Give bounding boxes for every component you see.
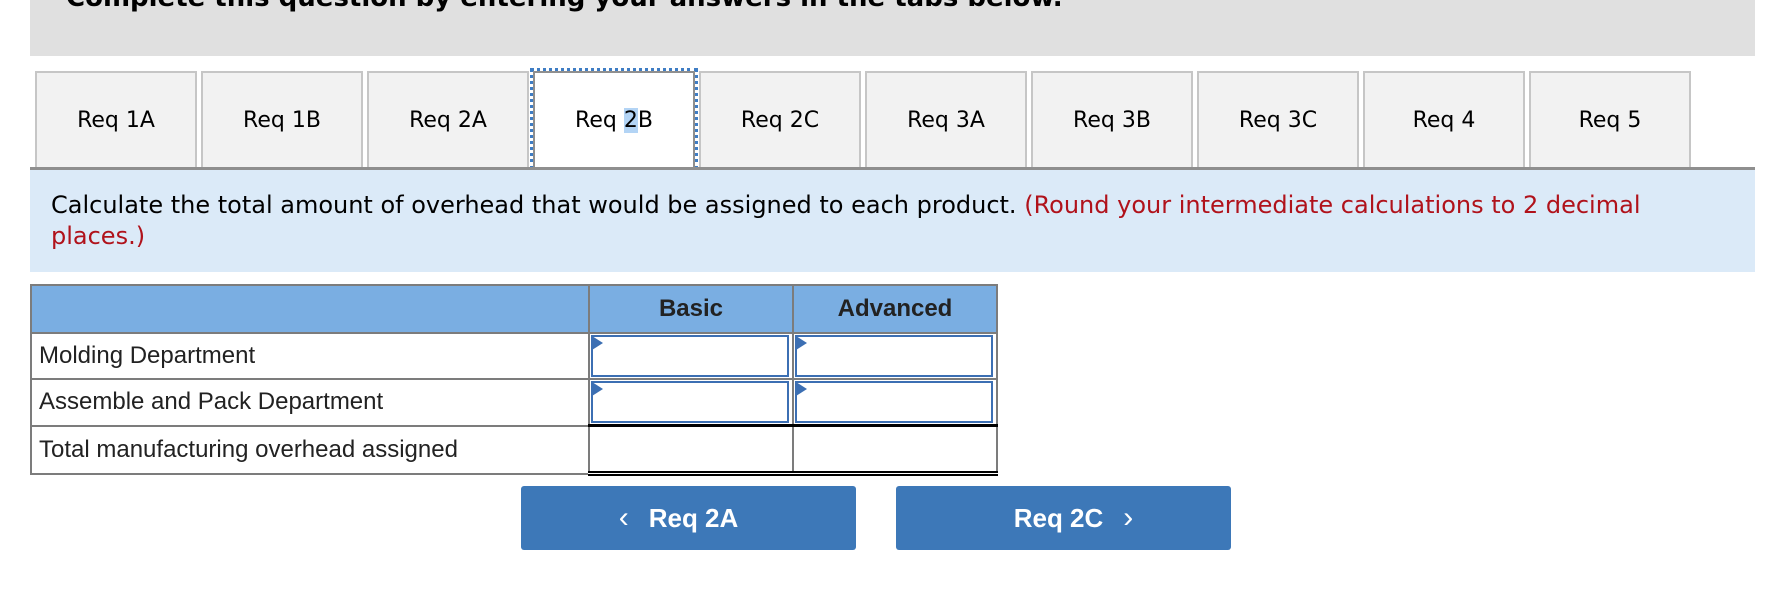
- tab-req-3a[interactable]: Req 3A: [865, 71, 1027, 167]
- tab-label-prefix: Req: [575, 107, 624, 133]
- tab-label: Req 2C: [740, 107, 820, 133]
- table-row: Assemble and Pack Department: [30, 378, 998, 427]
- instruction-heading: Complete this question by entering your …: [66, 0, 1063, 13]
- requirement-tabs: Req 1A Req 1B Req 2A Req 2B Req 2C Req 3…: [35, 68, 1695, 170]
- tab-label-suffix: B: [637, 107, 653, 133]
- selected-text: 2: [623, 107, 638, 133]
- tab-req-5[interactable]: Req 5: [1529, 71, 1691, 167]
- cell: [792, 332, 998, 380]
- header-basic: Basic: [588, 284, 794, 334]
- question-prompt: Calculate the total amount of overhead t…: [51, 191, 1017, 219]
- tab-req-4[interactable]: Req 4: [1363, 71, 1525, 167]
- tab-label: Req 3A: [907, 107, 985, 133]
- assemble-basic-input[interactable]: [591, 381, 789, 423]
- cell: [588, 332, 794, 380]
- instruction-bar: Complete this question by entering your …: [30, 0, 1755, 56]
- molding-basic-input[interactable]: [591, 335, 789, 377]
- row-label: Assemble and Pack Department: [30, 378, 590, 427]
- total-advanced-cell: [792, 424, 998, 476]
- tab-req-1a[interactable]: Req 1A: [35, 71, 197, 167]
- row-label: Total manufacturing overhead assigned: [30, 424, 590, 475]
- tab-req-3c[interactable]: Req 3C: [1197, 71, 1359, 167]
- prev-req-button[interactable]: ‹ Req 2A: [521, 486, 856, 550]
- question-text: Calculate the total amount of overhead t…: [51, 190, 1731, 252]
- tab-req-2b[interactable]: Req 2B: [530, 68, 698, 170]
- header-advanced: Advanced: [792, 284, 998, 334]
- molding-advanced-input[interactable]: [795, 335, 993, 377]
- tab-req-2c[interactable]: Req 2C: [699, 71, 861, 167]
- tab-req-1b[interactable]: Req 1B: [201, 71, 363, 167]
- tab-label: Req 1A: [77, 107, 155, 133]
- header-label-column: [30, 284, 590, 334]
- overhead-table: Basic Advanced Molding Department Assemb…: [30, 284, 998, 476]
- tab-label: Req 3B: [1073, 107, 1151, 133]
- table-row-total: Total manufacturing overhead assigned: [30, 424, 998, 476]
- assemble-advanced-input[interactable]: [795, 381, 993, 423]
- cell: [792, 378, 998, 427]
- tab-label: Req 3C: [1238, 107, 1318, 133]
- chevron-left-icon: ‹: [618, 501, 629, 534]
- question-panel: Calculate the total amount of overhead t…: [30, 167, 1755, 272]
- row-label: Molding Department: [30, 332, 590, 380]
- tab-req-3b[interactable]: Req 3B: [1031, 71, 1193, 167]
- prev-req-label: Req 2A: [648, 502, 739, 533]
- tab-label: Req 5: [1578, 107, 1642, 133]
- cell: [588, 378, 794, 427]
- table-row: Molding Department: [30, 332, 998, 380]
- table-header-row: Basic Advanced: [30, 284, 998, 334]
- tab-req-2a[interactable]: Req 2A: [367, 71, 529, 167]
- total-basic-cell: [588, 424, 794, 476]
- tab-label: Req 4: [1412, 107, 1476, 133]
- tab-label: Req 2B: [575, 107, 653, 133]
- next-req-label: Req 2C: [1013, 502, 1104, 533]
- tab-label: Req 1B: [243, 107, 321, 133]
- tab-label: Req 2A: [409, 107, 487, 133]
- chevron-right-icon: ›: [1123, 501, 1134, 534]
- next-req-button[interactable]: Req 2C ›: [896, 486, 1231, 550]
